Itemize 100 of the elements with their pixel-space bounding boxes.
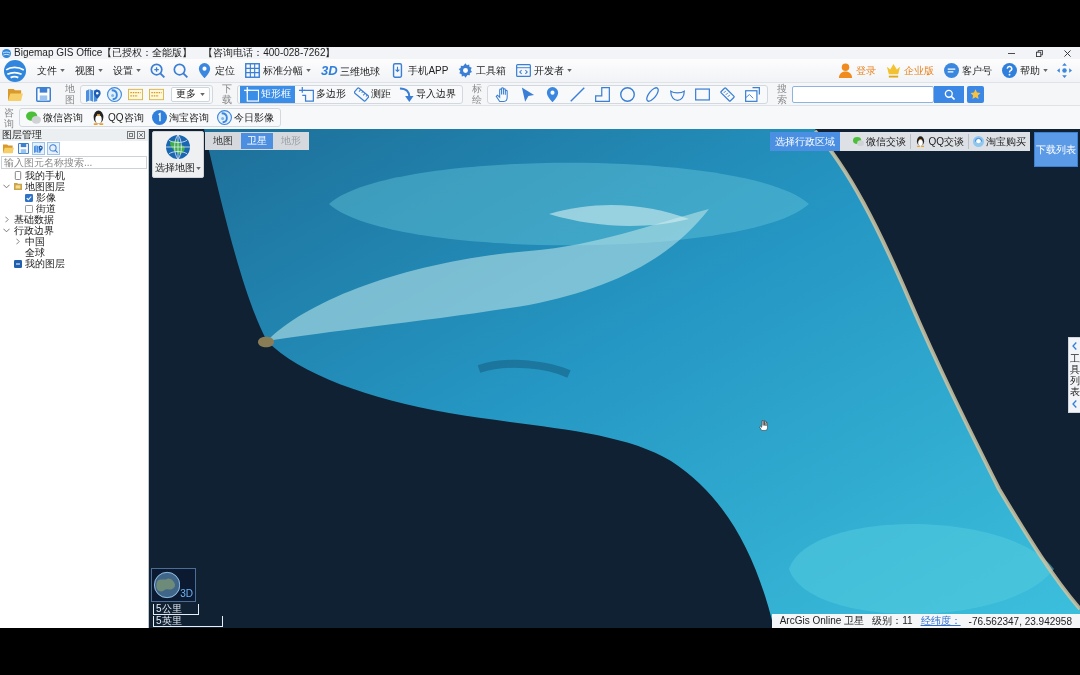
tree-item-label[interactable]: 行政边界 (14, 225, 54, 236)
chevron-right-icon[interactable] (15, 238, 20, 245)
tree-item-label[interactable]: 街道 (36, 203, 56, 214)
tree-item-label[interactable]: 影像 (36, 192, 56, 203)
panel-title: 图层管理 (2, 129, 42, 141)
import-arrow-icon (399, 86, 414, 102)
account-button[interactable]: 客户号 (939, 60, 997, 81)
layer-checkbox[interactable] (25, 193, 33, 202)
search-field[interactable] (792, 85, 934, 103)
globe-app-icon (216, 110, 232, 125)
consult-button[interactable]: 微信咨询 (22, 109, 87, 126)
more-dropdown[interactable]: 更多 (171, 86, 210, 102)
menu-tool-button[interactable]: 标准分幅 (240, 60, 316, 81)
chat-bubbles-icon (853, 136, 865, 147)
search-button[interactable] (934, 85, 964, 103)
rectangle-icon (695, 86, 710, 102)
map-app-button[interactable] (104, 85, 125, 103)
close-icon (137, 131, 145, 139)
map-type-tab[interactable]: 地图 (207, 133, 239, 149)
tag-icon (720, 86, 735, 102)
favorite-button[interactable] (967, 85, 984, 103)
menu-tool-button[interactable]: 定位 (192, 60, 240, 81)
tree-item-label[interactable]: 我的手机 (25, 170, 65, 181)
circle-icon (620, 86, 635, 102)
search-button[interactable] (47, 142, 60, 155)
code-window-icon (516, 63, 532, 78)
earth-icon (154, 571, 181, 599)
menu-tool-button[interactable]: 工具箱 (453, 60, 512, 81)
restore-icon (1036, 49, 1043, 57)
tree-item-label[interactable]: 地图图层 (25, 181, 65, 192)
restore-button[interactable] (126, 131, 136, 139)
layer-checkbox[interactable] (14, 259, 22, 268)
move-arrows-icon (1057, 63, 1072, 78)
crown-icon (886, 63, 901, 78)
account-button[interactable]: 帮助 (997, 60, 1053, 81)
headset-icon (973, 136, 984, 147)
tree-item-label[interactable]: 我的图层 (25, 258, 65, 269)
phone-icon (14, 171, 22, 180)
menu-button[interactable]: 视图 (70, 60, 108, 81)
star-icon (970, 88, 981, 100)
save-button[interactable] (17, 142, 30, 155)
tool-list-tab[interactable]: 工具列表 (1068, 337, 1080, 413)
tree-item-label[interactable]: 基础数据 (14, 214, 54, 225)
satellite-map-drawing[interactable] (149, 129, 1080, 628)
contact-button[interactable]: 微信交谈 (849, 134, 911, 149)
menu-button[interactable]: 文件 (32, 60, 70, 81)
step-shape-icon (595, 86, 610, 102)
save-icon (18, 143, 29, 154)
penguin-icon (915, 136, 927, 147)
close-icon (1064, 49, 1071, 57)
contact-button[interactable]: QQ交谈 (910, 134, 968, 149)
map-picker-button[interactable]: 选择地图 (152, 131, 204, 178)
search-icon (173, 63, 188, 78)
menu-tool-button[interactable]: 3D 三维地球 (316, 60, 386, 81)
group-label: 咨询 (4, 106, 14, 129)
chevron-down-icon[interactable] (3, 228, 10, 233)
layers-button[interactable] (32, 142, 45, 155)
group-label: 标绘 (472, 83, 482, 105)
layer-checkbox[interactable] (25, 204, 33, 213)
menu-tool-button[interactable]: 开发者 (511, 60, 578, 81)
open-button[interactable] (2, 142, 15, 155)
map-tile-icon (149, 86, 164, 102)
contact-button[interactable]: 淘宝购买 (968, 134, 1030, 149)
menu-button[interactable]: 设置 (108, 60, 146, 81)
help-icon (1002, 63, 1017, 78)
consult-button[interactable]: 今日影像 (212, 109, 278, 126)
scale-bar: 5英里 (153, 616, 223, 627)
download-tool-button[interactable]: 多边形 (295, 85, 350, 103)
hand-icon (495, 86, 510, 102)
coordinates-link[interactable]: 经纬度： (920, 614, 961, 628)
line-icon (570, 86, 585, 102)
tree-item-label[interactable]: 全球 (25, 247, 45, 258)
group-label: 搜索 (777, 83, 787, 105)
pointer-icon (520, 86, 535, 102)
hand-cursor-icon (759, 420, 768, 431)
menu-tool-button[interactable]: 手机APP (385, 60, 454, 81)
consult-button[interactable]: 淘宝咨询 (147, 109, 213, 126)
app-logo-icon (2, 48, 11, 58)
layer-search-field[interactable]: 输入图元名称搜索... (1, 156, 147, 169)
download-tool-button[interactable]: 测距 (350, 85, 395, 103)
chevron-right-icon[interactable] (4, 216, 9, 223)
map-tile-icon (128, 86, 143, 102)
download-tool-button[interactable]: 导入边界 (395, 85, 460, 103)
chevron-down-icon[interactable] (3, 184, 10, 189)
restore-icon (127, 131, 135, 139)
location-pin-icon (197, 63, 212, 78)
user-icon (838, 63, 853, 78)
consult-button[interactable]: QQ咨询 (87, 109, 148, 126)
map-layers-icon (34, 144, 43, 153)
gear-icon (458, 63, 474, 78)
scale-bar: 5公里 (153, 604, 199, 615)
ruler-icon (354, 86, 369, 102)
group-label: 下载 (222, 83, 232, 105)
minimize-icon (1008, 52, 1015, 54)
tree-item-label[interactable]: 中国 (25, 236, 45, 247)
globe-3d-button[interactable]: 3D (151, 568, 196, 602)
coordinates-text: -76.562347, 23.942958 (968, 615, 1072, 627)
search-icon (943, 88, 955, 100)
window-title: Bigemap GIS Office【已授权：全能版】 (14, 47, 193, 59)
globe-app-icon (107, 86, 122, 102)
